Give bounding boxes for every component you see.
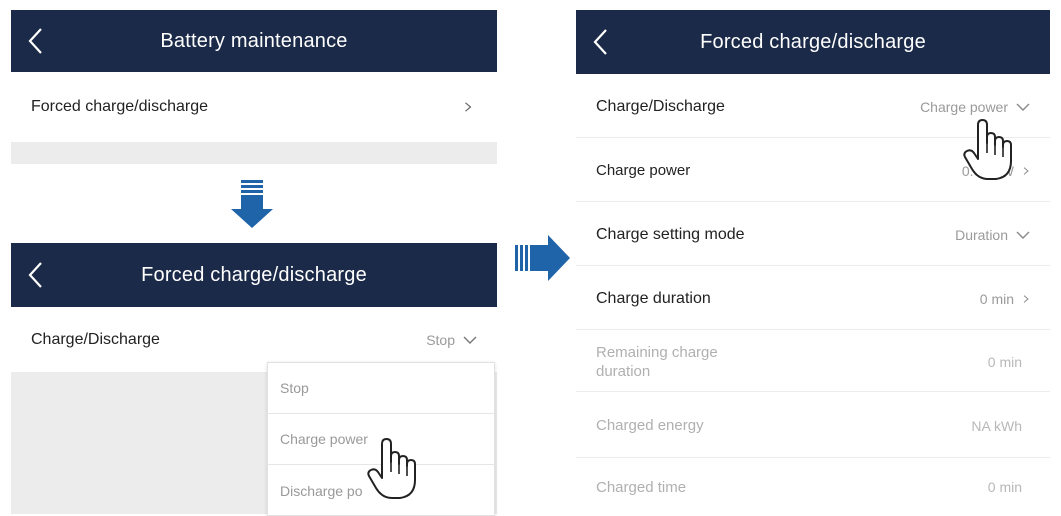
menu-item-label: Forced charge/discharge: [31, 98, 208, 115]
row-value: Duration: [955, 226, 1008, 243]
back-chevron-icon[interactable]: [590, 27, 612, 57]
row-value: NA kWh: [971, 417, 1022, 434]
header-forced-charge-detail: Forced charge/discharge: [576, 10, 1050, 74]
header-forced-charge: Forced charge/discharge: [11, 243, 497, 307]
row-charge-duration[interactable]: Charge duration 0 min: [576, 268, 1050, 330]
empty-panel: [11, 142, 497, 164]
row-label: Charge setting mode: [596, 225, 745, 243]
row-value: 0 min: [987, 479, 1022, 495]
row-value: Charge power: [920, 98, 1008, 115]
menu-item-forced-charge[interactable]: Forced charge/discharge: [11, 76, 497, 138]
hand-pointer-icon: [963, 119, 1012, 180]
header-battery-maintenance: Battery maintenance: [11, 10, 497, 72]
row-label: Charge/Discharge: [596, 97, 725, 115]
chevron-down-icon: [1016, 103, 1030, 111]
chevron-right-icon: [465, 102, 472, 112]
row-charge-setting-mode[interactable]: Charge setting mode Duration: [576, 204, 1050, 266]
page-title: Forced charge/discharge: [700, 30, 926, 53]
page-title: Forced charge/discharge: [141, 263, 367, 286]
row-label: Charge/Discharge: [31, 331, 160, 348]
chevron-down-icon: [463, 336, 477, 344]
right-arrow-icon: [515, 235, 570, 281]
hand-pointer-icon: [367, 438, 416, 499]
row-label: Charged time: [596, 478, 687, 496]
row-label: Charge duration: [596, 289, 711, 307]
row-value: 0 min: [979, 290, 1014, 307]
chevron-down-icon: [1016, 231, 1030, 239]
page-title: Battery maintenance: [160, 29, 348, 52]
row-value: Stop: [426, 332, 455, 348]
row-label: Charge power: [596, 162, 691, 179]
row-charged-energy: Charged energy NA kWh: [576, 394, 1050, 458]
row-label: Remaining charge duration: [596, 343, 718, 380]
dropdown-option-stop[interactable]: Stop: [268, 363, 494, 414]
chevron-right-icon: [1023, 166, 1029, 175]
back-chevron-icon[interactable]: [25, 260, 47, 290]
row-value: 0 min: [987, 353, 1022, 370]
row-charge-discharge[interactable]: Charge/Discharge Stop: [11, 310, 497, 370]
row-label: Charged energy: [596, 417, 704, 434]
row-charged-time: Charged time 0 min: [576, 460, 1050, 514]
row-remaining-charge-duration: Remaining charge duration 0 min: [576, 332, 1050, 392]
down-arrow-icon: [231, 180, 273, 228]
back-chevron-icon[interactable]: [25, 26, 47, 56]
chevron-right-icon: [1023, 294, 1029, 303]
